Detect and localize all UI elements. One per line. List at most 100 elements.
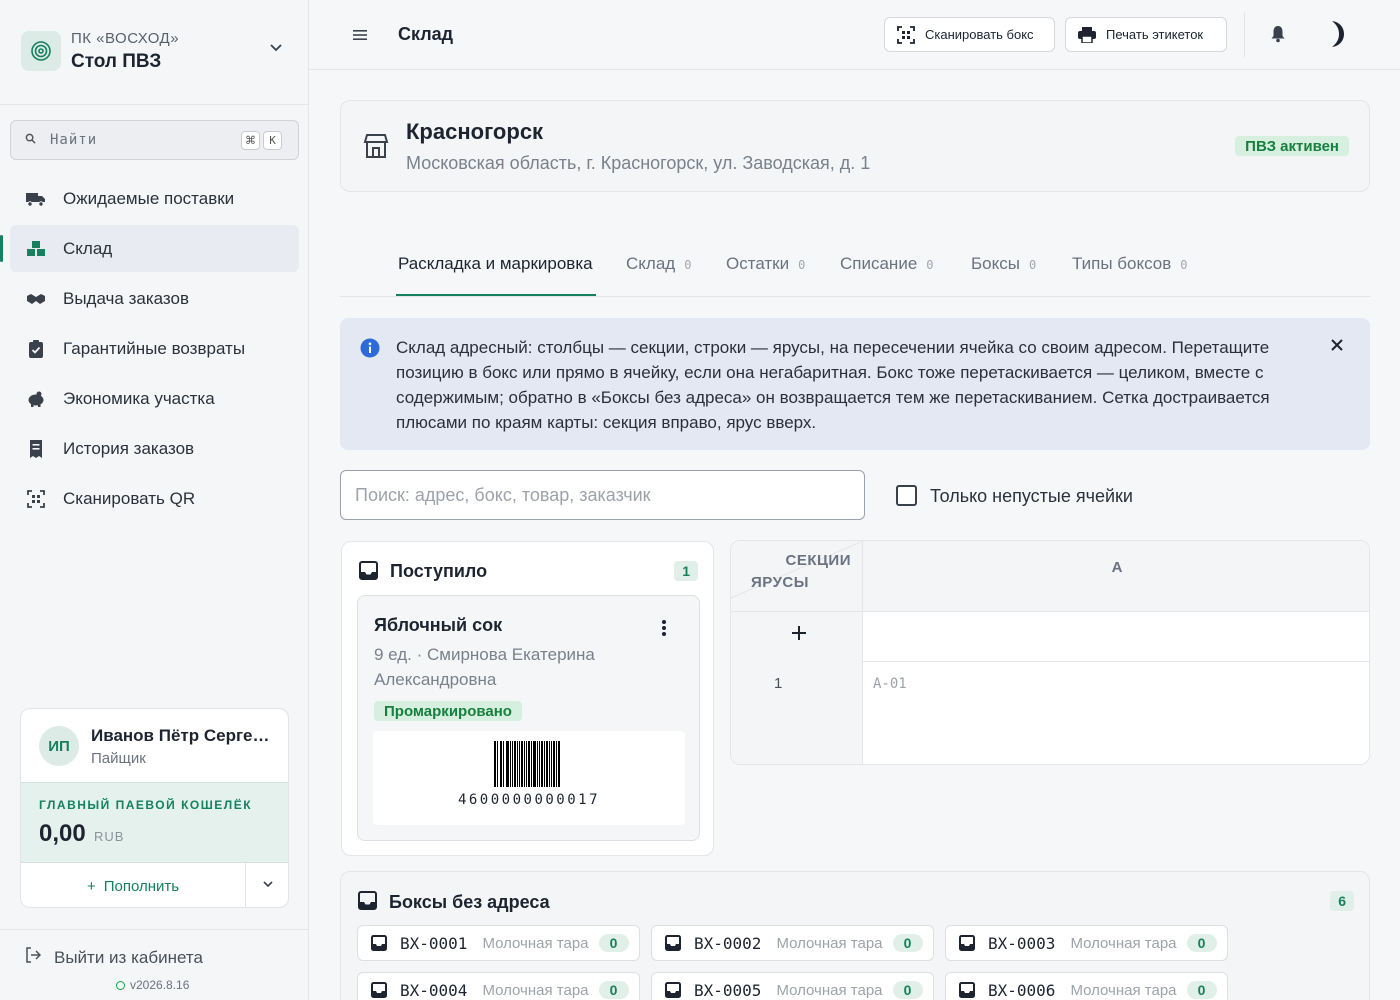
sidebar-item-expected-deliveries[interactable]: Ожидаемые поставки (10, 175, 299, 222)
sidebar-item-scan-qr[interactable]: Сканировать QR (10, 475, 299, 522)
tab-layout-marking[interactable]: Раскладка и маркировка (398, 254, 593, 274)
inbox-icon (358, 891, 377, 915)
logout-button[interactable]: Выйти из кабинета (25, 947, 203, 968)
scan-box-label: Сканировать бокс (925, 27, 1034, 42)
sidebar-search-placeholder: Найти (50, 132, 98, 148)
box-chip[interactable]: BX-0004 Молочная тара 0 (357, 972, 640, 1000)
add-tier-row[interactable] (863, 612, 1369, 662)
wallet-amount: 0,00 (39, 820, 86, 847)
sidebar: ПК «ВОСХОД» Стол ПВЗ Найти ⌘ K Ожидаемые… (0, 0, 309, 1000)
sidebar-item-warehouse[interactable]: Склад (0, 225, 299, 272)
avatar[interactable]: ИП (39, 726, 79, 766)
box-count: 0 (598, 981, 629, 999)
org-title: Стол ПВЗ (71, 51, 162, 72)
arrived-item-card[interactable]: Яблочный сок 9 ед. · Смирнова Екатерина … (357, 595, 700, 841)
sidebar-item-order-pickup[interactable]: Выдача заказов (10, 275, 299, 322)
item-title: Яблочный сок (374, 615, 503, 635)
org-switcher[interactable]: ПК «ВОСХОД» Стол ПВЗ (21, 28, 291, 78)
box-chip[interactable]: BX-0001 Молочная тара 0 (357, 925, 640, 961)
boxes-icon (26, 239, 46, 259)
tab-label: Боксы (971, 254, 1020, 273)
add-tier-button[interactable] (791, 625, 807, 646)
tab-label: Типы боксов (1072, 254, 1172, 273)
tab-warehouse[interactable]: Склад 0 (626, 254, 691, 274)
grid-cell[interactable]: А-01 (863, 663, 1369, 764)
box-chip[interactable]: BX-0006 Молочная тара 0 (945, 972, 1228, 1000)
store-icon (363, 133, 389, 164)
print-labels-button[interactable]: Печать этикеток (1065, 17, 1227, 52)
more-vertical-icon[interactable] (661, 619, 667, 642)
nonempty-checkbox[interactable] (896, 485, 917, 506)
tab-box-types[interactable]: Типы боксов 0 (1072, 254, 1188, 274)
box-count: 0 (1186, 934, 1217, 952)
box-icon (665, 935, 681, 951)
box-type: Молочная тара (482, 981, 589, 999)
tab-count: 0 (798, 258, 806, 272)
sidebar-item-label: Экономика участка (63, 388, 215, 408)
close-icon[interactable] (1330, 338, 1344, 357)
box-chip[interactable]: BX-0005 Молочная тара 0 (651, 972, 934, 1000)
box-chip[interactable]: BX-0002 Молочная тара 0 (651, 925, 934, 961)
sidebar-item-label: Выдача заказов (63, 288, 190, 308)
sidebar-item-label: Гарантийные возвраты (63, 338, 246, 358)
truck-icon (26, 189, 46, 209)
box-icon (665, 982, 681, 998)
nonempty-label[interactable]: Только непустые ячейки (930, 486, 1133, 507)
box-icon (959, 982, 975, 998)
status-badge: Промаркировано (374, 701, 522, 721)
topup-button[interactable]: + Пополнить (21, 863, 246, 907)
box-code: BX-0006 (988, 980, 1056, 1000)
cell-address: А-01 (873, 676, 907, 692)
sidebar-item-order-history[interactable]: История заказов (10, 425, 299, 472)
tier-header-column: 1 (731, 612, 863, 764)
tab-count: 0 (1180, 258, 1188, 272)
sidebar-item-site-economics[interactable]: Экономика участка (10, 375, 299, 422)
bell-icon[interactable] (1271, 25, 1285, 48)
shortcut-cmd-key: ⌘ (241, 131, 260, 150)
location-address: Московская область, г. Красногорск, ул. … (406, 153, 871, 173)
sidebar-search[interactable]: Найти ⌘ K (10, 120, 299, 160)
tab-writeoff[interactable]: Списание 0 (840, 254, 934, 274)
box-type: Молочная тара (776, 981, 883, 999)
divider (1244, 12, 1245, 57)
info-banner: Склад адресный: столбцы — секции, строки… (340, 318, 1370, 450)
search-input[interactable] (340, 470, 865, 520)
divider (0, 929, 308, 930)
piggy-bank-icon (26, 389, 46, 409)
count-badge: 1 (674, 561, 698, 581)
wallet-panel: ГЛАВНЫЙ ПАЕВОЙ КОШЕЛЁК 0,00 RUB (21, 782, 288, 863)
menu-icon[interactable] (349, 24, 371, 46)
user-card: ИП Иванов Пётр Сергеевич Пайщик ГЛАВНЫЙ … (20, 708, 289, 908)
logout-icon (25, 947, 42, 968)
plus-icon: + (86, 877, 96, 895)
org-logo (21, 31, 61, 71)
info-icon (360, 338, 380, 363)
qr-scan-icon (26, 489, 46, 509)
item-meta: 9 ед. · Смирнова Екатерина Александровна (374, 645, 595, 689)
sidebar-item-label: Склад (63, 238, 113, 258)
barcode-icon (494, 741, 560, 787)
arrived-panel: Поступило 1 Яблочный сок 9 ед. · Смирнов… (341, 541, 714, 856)
wallet-label: ГЛАВНЫЙ ПАЕВОЙ КОШЕЛЁК (39, 798, 253, 812)
chevron-down-icon (269, 40, 283, 59)
moon-icon[interactable] (1324, 20, 1346, 53)
tab-stock[interactable]: Остатки 0 (726, 254, 805, 274)
count-badge: 6 (1330, 891, 1354, 911)
tab-boxes[interactable]: Боксы 0 (971, 254, 1036, 274)
scan-box-button[interactable]: Сканировать бокс (884, 17, 1055, 52)
wallet-menu-button[interactable] (246, 863, 288, 907)
tab-label: Остатки (726, 254, 790, 273)
active-tab-indicator (396, 294, 596, 296)
sections-label: СЕКЦИИ (785, 552, 851, 569)
box-chip[interactable]: BX-0003 Молочная тара 0 (945, 925, 1228, 961)
sidebar-item-label: История заказов (63, 438, 195, 458)
tab-count: 0 (926, 258, 934, 272)
logout-label: Выйти из кабинета (54, 947, 203, 967)
divider (0, 104, 308, 105)
grid-corner: СЕКЦИИ ЯРУСЫ (731, 541, 863, 612)
box-code: BX-0002 (694, 933, 762, 953)
org-subtitle: ПК «ВОСХОД» (71, 30, 180, 47)
sidebar-item-warranty-returns[interactable]: Гарантийные возвраты (10, 325, 299, 372)
box-code: BX-0001 (400, 933, 468, 953)
qr-scan-icon (897, 25, 915, 44)
